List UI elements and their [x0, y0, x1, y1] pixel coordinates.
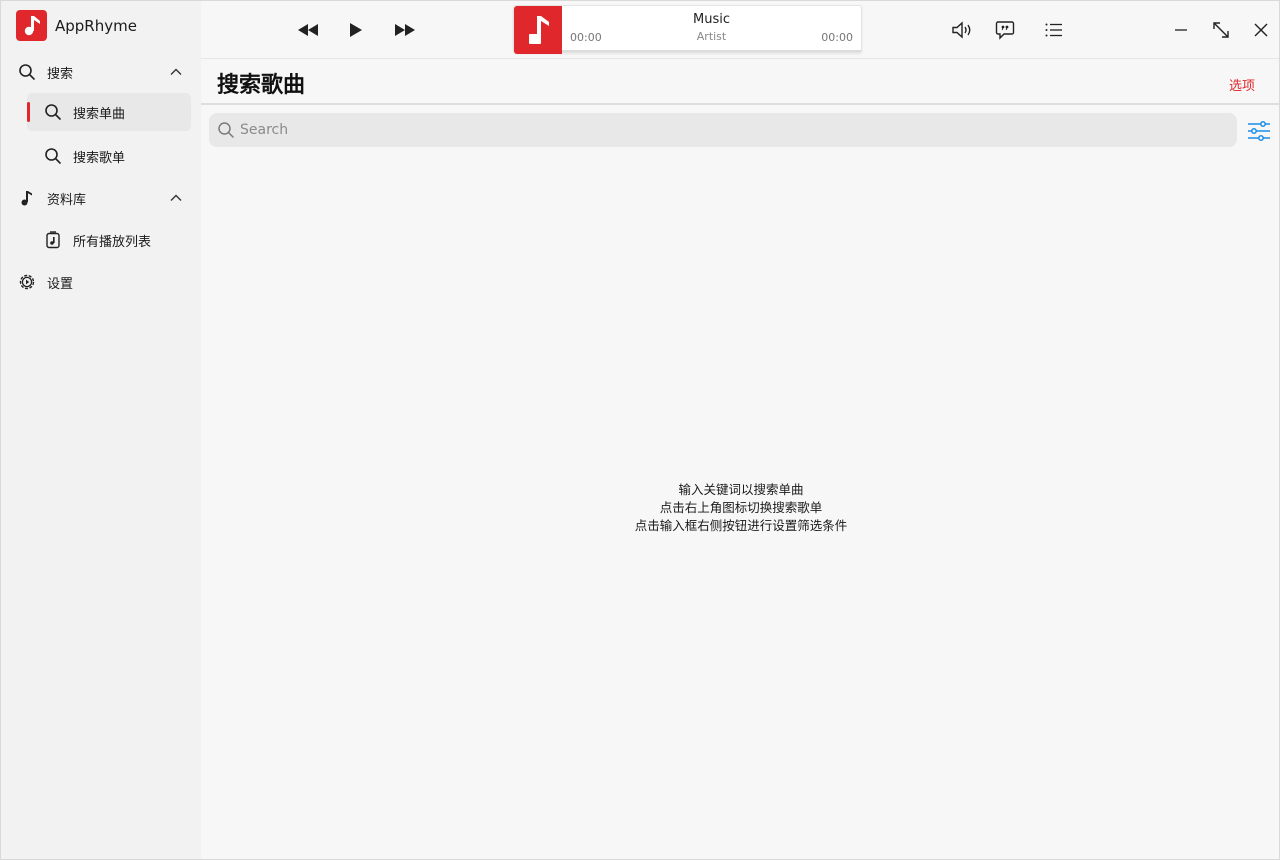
filter-settings-button[interactable] [1246, 119, 1272, 143]
hint-line: 输入关键词以搜索单曲 [678, 482, 804, 497]
search-box[interactable] [209, 113, 1237, 147]
minimize-icon [1175, 29, 1187, 31]
album-cover [514, 6, 562, 54]
close-button[interactable] [1247, 16, 1275, 44]
sidebar-item-search-songs[interactable]: 搜索单曲 [27, 93, 191, 131]
track-artist: Artist [696, 30, 727, 43]
search-input[interactable] [240, 113, 1230, 147]
volume-icon [952, 21, 971, 39]
search-icon [19, 64, 35, 80]
hint-line: 点击右上角图标切换搜索歌单 [659, 500, 823, 515]
app-window: AppRhyme 搜索 搜索单曲 搜索歌单 资料库 所有播放列表 设置 Musi… [0, 0, 1280, 860]
rewind-icon [298, 24, 318, 36]
playlist-icon [46, 231, 60, 249]
playlist-queue-button[interactable] [1040, 16, 1068, 44]
empty-state-hint: 输入关键词以搜索单曲 点击右上角图标切换搜索歌单 点击输入框右侧按钮进行设置筛选… [541, 481, 941, 535]
sidebar-item-search-songs-label: 搜索单曲 [73, 106, 126, 122]
maximize-button[interactable] [1207, 16, 1235, 44]
sidebar-item-settings[interactable]: 设置 [1, 263, 201, 301]
sidebar-item-settings-label: 设置 [47, 276, 74, 292]
app-name: AppRhyme [55, 16, 137, 35]
lyrics-button[interactable] [991, 16, 1019, 44]
hint-line: 点击输入框右侧按钮进行设置筛选条件 [634, 518, 848, 533]
minimize-button[interactable] [1167, 16, 1195, 44]
progress-bar[interactable] [562, 50, 861, 52]
list-icon [1045, 23, 1062, 37]
selection-indicator [27, 102, 30, 122]
app-logo-icon [16, 10, 47, 41]
time-total: 00:00 [821, 31, 853, 44]
sidebar: AppRhyme 搜索 搜索单曲 搜索歌单 资料库 所有播放列表 设置 [1, 1, 201, 859]
sidebar-item-all-playlists-label: 所有播放列表 [73, 234, 152, 250]
search-icon [45, 148, 61, 164]
music-note-icon [21, 191, 32, 206]
brand: AppRhyme [16, 10, 137, 41]
next-track-button[interactable] [391, 16, 419, 44]
music-note-icon [529, 16, 549, 44]
page-title: 搜索歌曲 [217, 73, 306, 98]
track-title: Music [693, 12, 730, 27]
time-elapsed: 00:00 [570, 31, 602, 44]
gear-icon [19, 274, 35, 290]
volume-button[interactable] [948, 16, 976, 44]
sidebar-item-all-playlists[interactable]: 所有播放列表 [1, 221, 201, 259]
previous-track-button[interactable] [294, 16, 322, 44]
play-icon [350, 23, 362, 37]
chevron-up-icon[interactable] [169, 65, 183, 79]
search-icon [218, 122, 234, 138]
now-playing-widget[interactable]: Music Artist 00:00 00:00 [513, 5, 862, 54]
title-divider [201, 103, 1279, 105]
play-button[interactable] [342, 16, 370, 44]
sidebar-item-search-playlists-label: 搜索歌单 [73, 150, 126, 166]
close-icon [1254, 23, 1268, 37]
fast-forward-icon [395, 24, 415, 36]
options-button[interactable]: 选项 [1229, 75, 1255, 94]
sidebar-group-library[interactable]: 资料库 [1, 179, 201, 217]
maximize-icon [1213, 22, 1229, 38]
sidebar-group-search-label: 搜索 [47, 66, 74, 82]
lyrics-icon [995, 21, 1015, 40]
search-icon [45, 104, 61, 120]
chevron-up-icon[interactable] [169, 191, 183, 205]
sidebar-item-search-playlists[interactable]: 搜索歌单 [1, 137, 201, 175]
top-bar: Music Artist 00:00 00:00 [201, 1, 1279, 59]
filter-sliders-icon [1248, 121, 1270, 141]
sidebar-group-library-label: 资料库 [47, 192, 87, 208]
sidebar-group-search[interactable]: 搜索 [1, 53, 201, 91]
